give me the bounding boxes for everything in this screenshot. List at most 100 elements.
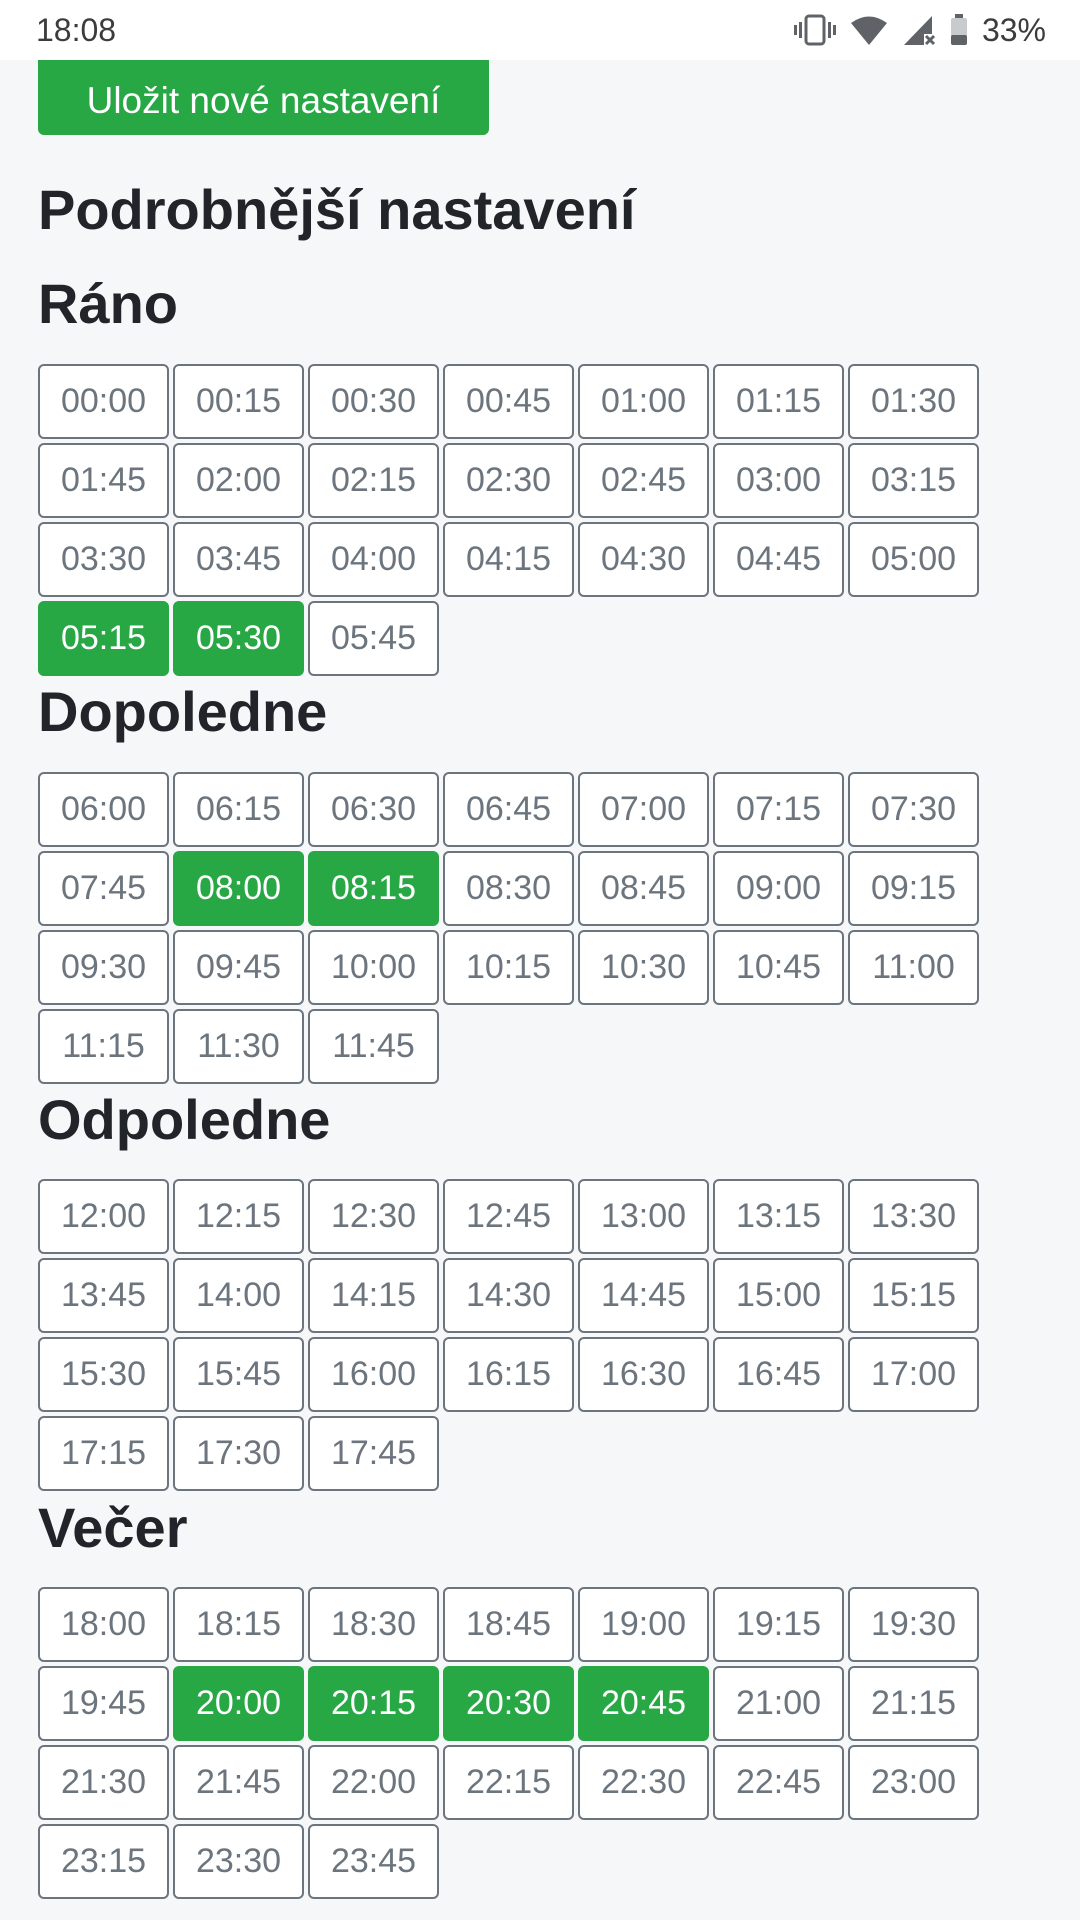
time-slot-button[interactable]: 13:00 (578, 1179, 709, 1254)
time-slot-button[interactable]: 16:15 (443, 1337, 574, 1412)
time-slot-button[interactable]: 10:30 (578, 930, 709, 1005)
time-slot-button[interactable]: 02:00 (173, 443, 304, 518)
time-slot-button[interactable]: 13:45 (38, 1258, 169, 1333)
save-settings-button[interactable]: Uložit nové nastavení (38, 52, 489, 135)
time-slot-button[interactable]: 23:15 (38, 1824, 169, 1899)
time-slot-button[interactable]: 21:30 (38, 1745, 169, 1820)
time-slot-button[interactable]: 05:45 (308, 601, 439, 676)
time-slot-button[interactable]: 09:15 (848, 851, 979, 926)
time-slot-button[interactable]: 01:00 (578, 364, 709, 439)
time-slot-button[interactable]: 16:00 (308, 1337, 439, 1412)
time-slot-button[interactable]: 06:00 (38, 772, 169, 847)
time-slot-button[interactable]: 02:30 (443, 443, 574, 518)
time-slot-button[interactable]: 20:30 (443, 1666, 574, 1741)
time-slot-button[interactable]: 08:45 (578, 851, 709, 926)
time-slot-button[interactable]: 14:30 (443, 1258, 574, 1333)
time-slot-button[interactable]: 20:45 (578, 1666, 709, 1741)
time-slot-button[interactable]: 02:15 (308, 443, 439, 518)
time-slot-button[interactable]: 01:30 (848, 364, 979, 439)
time-slot-button[interactable]: 03:45 (173, 522, 304, 597)
time-slot-button[interactable]: 21:15 (848, 1666, 979, 1741)
time-slot-button[interactable]: 09:00 (713, 851, 844, 926)
time-slot-button[interactable]: 13:15 (713, 1179, 844, 1254)
time-slot-button[interactable]: 06:45 (443, 772, 574, 847)
time-slot-button[interactable]: 22:45 (713, 1745, 844, 1820)
time-slot-button[interactable]: 17:30 (173, 1416, 304, 1491)
time-slot-button[interactable]: 15:15 (848, 1258, 979, 1333)
time-slot-button[interactable]: 03:00 (713, 443, 844, 518)
time-slot-button[interactable]: 09:30 (38, 930, 169, 1005)
time-slot-button[interactable]: 17:00 (848, 1337, 979, 1412)
time-slot-button[interactable]: 00:45 (443, 364, 574, 439)
time-slot-button[interactable]: 20:00 (173, 1666, 304, 1741)
time-slot-button[interactable]: 05:15 (38, 601, 169, 676)
time-slot-button[interactable]: 13:30 (848, 1179, 979, 1254)
time-slot-button[interactable]: 10:00 (308, 930, 439, 1005)
time-slot-button[interactable]: 14:15 (308, 1258, 439, 1333)
time-slot-button[interactable]: 23:30 (173, 1824, 304, 1899)
time-slot-button[interactable]: 04:30 (578, 522, 709, 597)
time-slot-button[interactable]: 05:00 (848, 522, 979, 597)
time-slot-button[interactable]: 21:00 (713, 1666, 844, 1741)
time-slot-button[interactable]: 14:00 (173, 1258, 304, 1333)
time-slot-button[interactable]: 10:45 (713, 930, 844, 1005)
time-slot-button[interactable]: 03:15 (848, 443, 979, 518)
time-slot-button[interactable]: 21:45 (173, 1745, 304, 1820)
time-slot-button[interactable]: 11:15 (38, 1009, 169, 1084)
time-slot-button[interactable]: 12:45 (443, 1179, 574, 1254)
time-slot-button[interactable]: 04:15 (443, 522, 574, 597)
time-slot-button[interactable]: 16:30 (578, 1337, 709, 1412)
time-slot-button[interactable]: 19:45 (38, 1666, 169, 1741)
time-slot-button[interactable]: 00:30 (308, 364, 439, 439)
time-slot-button[interactable]: 18:30 (308, 1587, 439, 1662)
time-slot-button[interactable]: 04:45 (713, 522, 844, 597)
time-slot-button[interactable]: 09:45 (173, 930, 304, 1005)
time-slot-button[interactable]: 15:30 (38, 1337, 169, 1412)
time-slot-button[interactable]: 06:30 (308, 772, 439, 847)
time-slot-button[interactable]: 17:45 (308, 1416, 439, 1491)
time-slot-button[interactable]: 11:45 (308, 1009, 439, 1084)
time-slot-button[interactable]: 22:15 (443, 1745, 574, 1820)
time-slot-button[interactable]: 18:15 (173, 1587, 304, 1662)
time-slot-button[interactable]: 04:00 (308, 522, 439, 597)
time-slot-button[interactable]: 05:30 (173, 601, 304, 676)
time-slot-button[interactable]: 07:45 (38, 851, 169, 926)
time-slot-button[interactable]: 19:30 (848, 1587, 979, 1662)
time-slot-button[interactable]: 08:30 (443, 851, 574, 926)
time-slot-button[interactable]: 18:00 (38, 1587, 169, 1662)
time-slot-button[interactable]: 10:15 (443, 930, 574, 1005)
time-slot-button[interactable]: 15:00 (713, 1258, 844, 1333)
time-slot-button[interactable]: 22:00 (308, 1745, 439, 1820)
section-title-vecer: Večer (38, 1496, 188, 1559)
time-slot-button[interactable]: 23:00 (848, 1745, 979, 1820)
status-icons: 33% (793, 12, 1046, 49)
time-slot-button[interactable]: 08:15 (308, 851, 439, 926)
section-title-dopoledne: Dopoledne (38, 680, 328, 743)
time-slot-button[interactable]: 08:00 (173, 851, 304, 926)
time-slot-button[interactable]: 14:45 (578, 1258, 709, 1333)
time-slot-button[interactable]: 01:15 (713, 364, 844, 439)
time-slot-button[interactable]: 17:15 (38, 1416, 169, 1491)
time-slot-button[interactable]: 06:15 (173, 772, 304, 847)
time-slot-button[interactable]: 19:00 (578, 1587, 709, 1662)
time-slot-button[interactable]: 00:00 (38, 364, 169, 439)
time-slot-button[interactable]: 19:15 (713, 1587, 844, 1662)
time-slot-button[interactable]: 07:00 (578, 772, 709, 847)
time-slot-button[interactable]: 07:15 (713, 772, 844, 847)
time-slot-button[interactable]: 16:45 (713, 1337, 844, 1412)
time-slot-button[interactable]: 03:30 (38, 522, 169, 597)
time-slot-button[interactable]: 12:30 (308, 1179, 439, 1254)
time-slot-button[interactable]: 11:30 (173, 1009, 304, 1084)
time-slot-button[interactable]: 12:15 (173, 1179, 304, 1254)
time-slot-button[interactable]: 00:15 (173, 364, 304, 439)
time-slot-button[interactable]: 20:15 (308, 1666, 439, 1741)
time-slot-button[interactable]: 11:00 (848, 930, 979, 1005)
time-slot-button[interactable]: 18:45 (443, 1587, 574, 1662)
time-slot-button[interactable]: 15:45 (173, 1337, 304, 1412)
time-slot-button[interactable]: 07:30 (848, 772, 979, 847)
time-slot-button[interactable]: 23:45 (308, 1824, 439, 1899)
time-slot-button[interactable]: 12:00 (38, 1179, 169, 1254)
time-slot-button[interactable]: 02:45 (578, 443, 709, 518)
time-slot-button[interactable]: 22:30 (578, 1745, 709, 1820)
time-slot-button[interactable]: 01:45 (38, 443, 169, 518)
